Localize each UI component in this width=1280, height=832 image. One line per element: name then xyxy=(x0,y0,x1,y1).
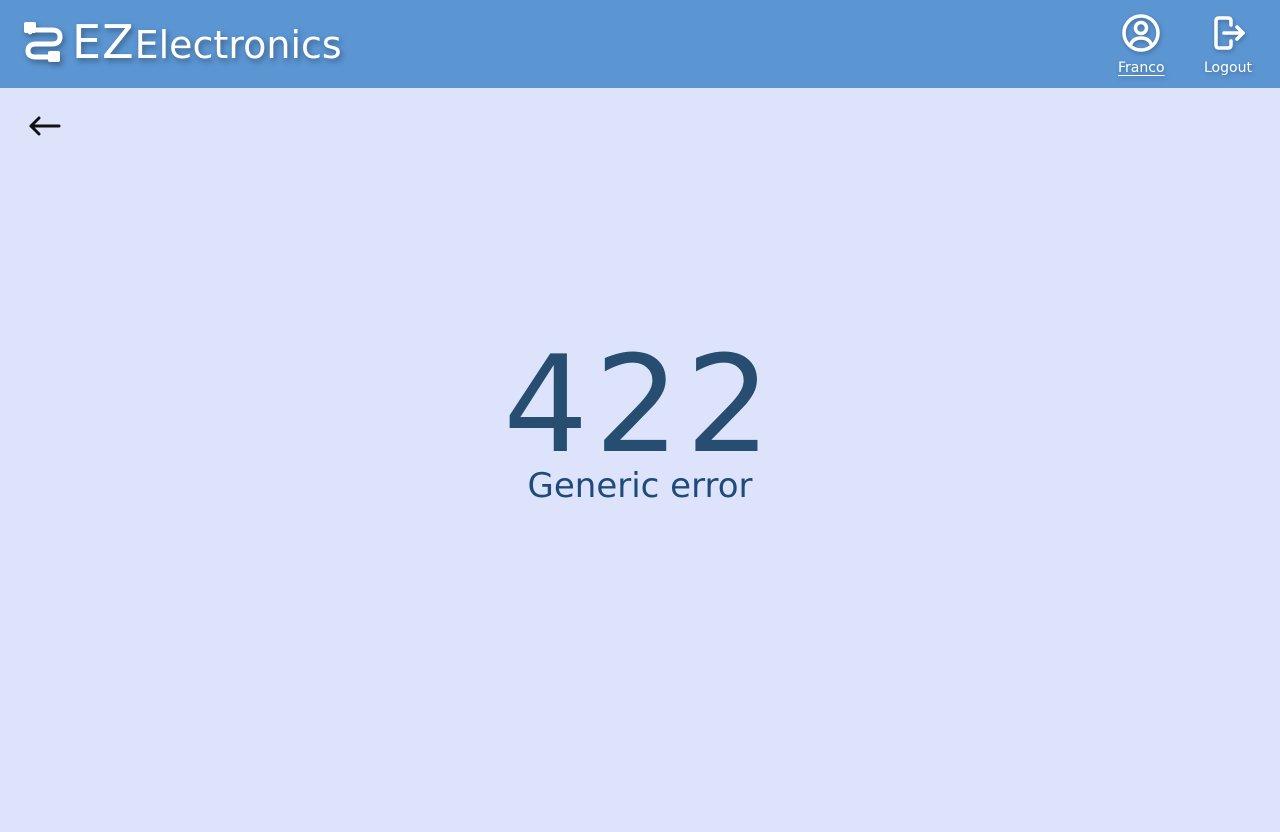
arrow-left-icon xyxy=(29,116,61,136)
route-icon xyxy=(24,22,63,62)
error-message: Generic error xyxy=(527,466,753,506)
profile-link[interactable]: Franco xyxy=(1118,12,1165,76)
logout-button[interactable]: Logout xyxy=(1204,12,1252,76)
profile-label[interactable]: Franco xyxy=(1118,60,1165,76)
logout-icon xyxy=(1214,16,1245,50)
brand-rest: Electronics xyxy=(134,23,342,67)
brand-short: EZ xyxy=(72,15,135,69)
brand-logo-link[interactable]: EZ Electronics xyxy=(22,14,342,70)
back-button[interactable] xyxy=(26,110,62,142)
error-panel: 422 Generic error xyxy=(0,330,1280,506)
error-code: 422 xyxy=(503,327,777,483)
logout-label[interactable]: Logout xyxy=(1204,60,1252,76)
user-circle-icon xyxy=(1122,14,1160,52)
app-header: EZ Electronics Franco Logout xyxy=(0,0,1280,88)
